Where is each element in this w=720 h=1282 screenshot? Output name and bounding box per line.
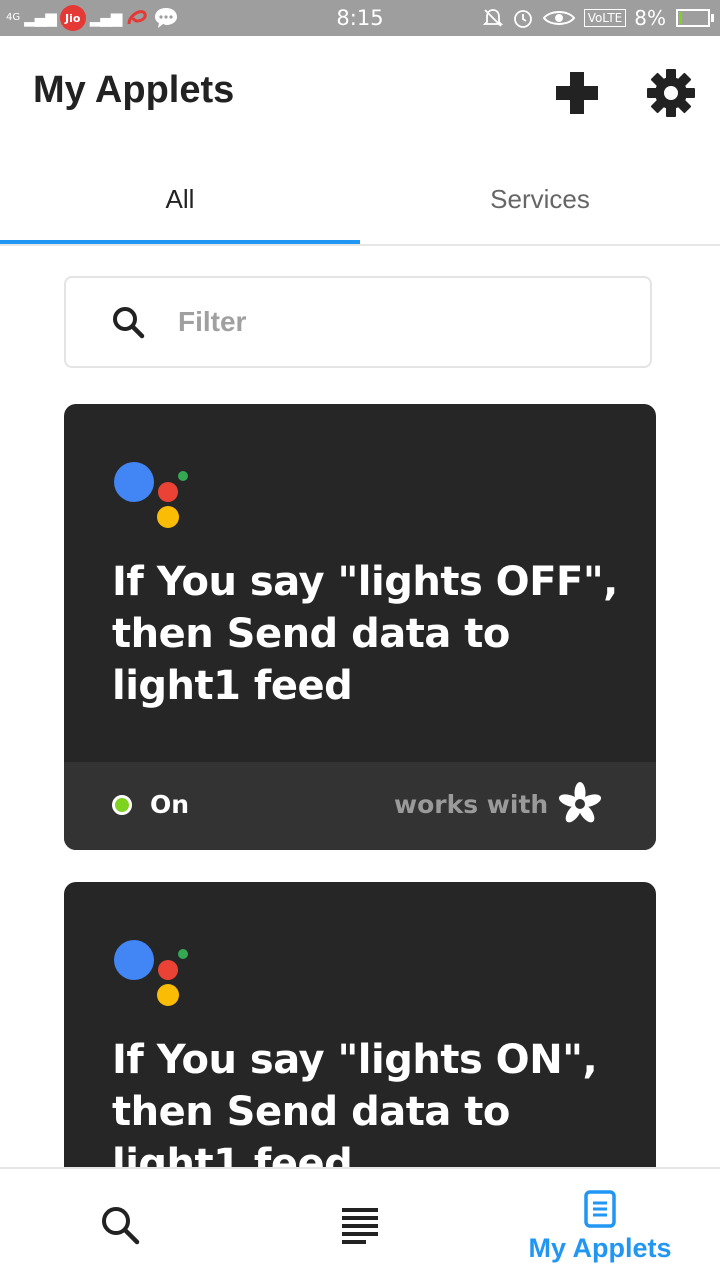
gear-icon [647, 69, 695, 117]
adafruit-flower-icon [558, 782, 602, 823]
nav-my-applets-label: My Applets [528, 1233, 672, 1263]
applet-status: On [150, 790, 190, 819]
applet-footer: On works with [64, 762, 656, 850]
document-icon [584, 1190, 616, 1228]
google-assistant-icon [114, 462, 188, 528]
filter-input[interactable] [176, 305, 560, 339]
status-bar: 4G ▂▄▆ Jio ▂▄▆ 8:15 VoLTE 8% [0, 0, 720, 36]
mute-icon [482, 9, 503, 27]
applet-card[interactable]: If You say "lights OFF", then Send data … [64, 404, 656, 850]
active-tab-indicator [0, 240, 360, 244]
volte-badge: VoLTE [583, 9, 627, 27]
tab-services[interactable]: Services [360, 156, 720, 242]
eye-icon [542, 11, 575, 25]
status-right: VoLTE 8% [482, 5, 714, 31]
battery-level: 8% [634, 6, 666, 30]
add-applet-button[interactable] [552, 68, 602, 118]
alarm-icon [513, 10, 532, 28]
app-header: My Applets [0, 36, 720, 156]
google-assistant-icon [114, 940, 188, 1006]
bottom-nav: My Applets [0, 1167, 720, 1282]
feed-icon [342, 1208, 378, 1244]
tab-all[interactable]: All [0, 156, 360, 242]
page-title: My Applets [33, 69, 235, 111]
nav-search[interactable] [0, 1169, 240, 1282]
battery-icon [676, 9, 714, 27]
search-icon [113, 307, 145, 339]
nav-feed[interactable] [240, 1169, 480, 1282]
plus-icon [556, 72, 598, 114]
search-icon [102, 1207, 140, 1245]
works-with-label: works with [394, 790, 549, 819]
status-on-dot [112, 795, 132, 815]
nav-my-applets[interactable]: My Applets [480, 1169, 720, 1282]
settings-button[interactable] [646, 68, 696, 118]
applet-title: If You say "lights OFF", then Send data … [112, 559, 618, 709]
tab-bar: All Services [0, 156, 720, 246]
filter-box[interactable] [64, 276, 652, 368]
